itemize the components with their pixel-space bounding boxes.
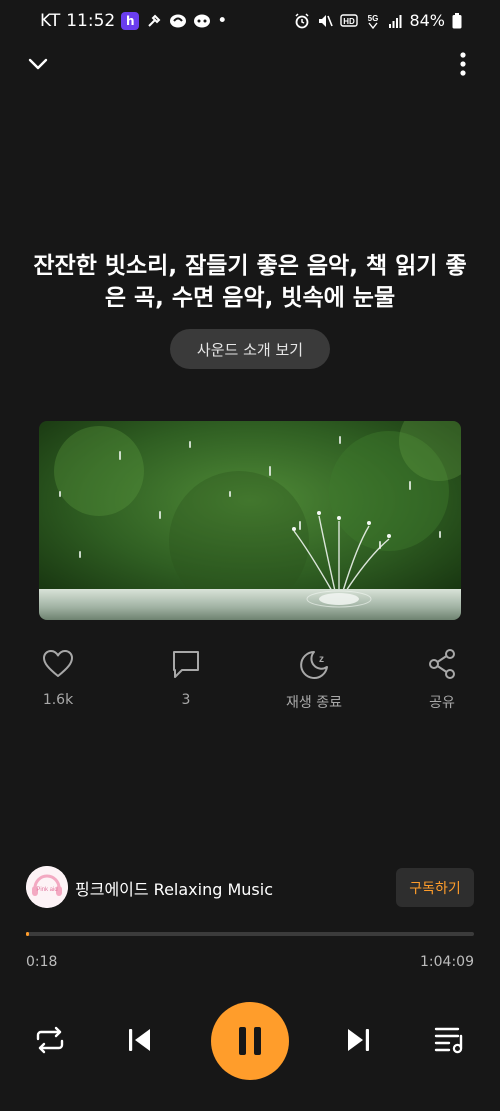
clock: 11:52: [66, 11, 116, 31]
total-time: 1:04:09: [420, 954, 474, 970]
chat-notification-icon: [169, 12, 187, 30]
svg-text:Pink aid: Pink aid: [36, 887, 57, 893]
more-notifications-dot: •: [217, 11, 228, 31]
moon-sleep-icon: z: [300, 651, 328, 679]
skip-next-icon: [348, 1029, 369, 1051]
app-notification-icon: h: [121, 12, 140, 30]
next-button[interactable]: [338, 1020, 378, 1060]
share-label: 공유: [429, 695, 455, 711]
repeat-button[interactable]: [30, 1020, 70, 1060]
collapse-player-button[interactable]: [22, 48, 54, 80]
signal-icon: [388, 14, 402, 28]
sleep-timer-action[interactable]: z 재생 종료: [269, 646, 359, 712]
heart-icon: [43, 650, 73, 677]
battery-icon: [452, 12, 462, 29]
track-title: 잔잔한 빗소리, 잠들기 좋은 음악, 책 읽기 좋은 곡, 수면 음악, 빗속…: [33, 253, 467, 311]
track-artwork: [39, 421, 461, 620]
chevron-down-icon: [28, 58, 48, 70]
carrier-label: KT: [40, 11, 61, 31]
network-5g-icon: 5G: [365, 12, 381, 30]
pause-button[interactable]: [211, 1002, 289, 1080]
progress-bar[interactable]: [26, 932, 474, 936]
sleep-timer-label: 재생 종료: [286, 695, 342, 711]
share-icon: [429, 649, 455, 679]
status-bar: KT 11:52 h • HD 5G 84%: [0, 0, 500, 44]
more-vertical-icon: [460, 52, 466, 76]
comment-action[interactable]: 3: [141, 646, 231, 708]
svg-text:5G: 5G: [368, 14, 379, 23]
wrench-notification-icon: [145, 12, 163, 30]
queue-music-icon: [434, 1027, 463, 1054]
messenger-notification-icon: [193, 12, 211, 30]
svg-text:HD: HD: [344, 17, 356, 26]
status-left: KT 11:52 h •: [40, 11, 227, 31]
sound-intro-button[interactable]: 사운드 소개 보기: [170, 329, 330, 369]
repeat-icon: [36, 1026, 64, 1054]
skip-previous-icon: [129, 1029, 150, 1051]
like-action[interactable]: 1.6k: [13, 646, 103, 708]
previous-button[interactable]: [120, 1020, 160, 1060]
playlist-queue-button[interactable]: [430, 1020, 470, 1060]
current-time: 0:18: [26, 954, 58, 970]
status-right: HD 5G 84%: [294, 11, 462, 30]
subscribe-button[interactable]: 구독하기: [396, 868, 474, 907]
more-options-button[interactable]: [447, 48, 479, 80]
rain-splash-image: [39, 421, 461, 620]
svg-text:z: z: [319, 654, 324, 665]
pink-aid-logo-icon: Pink aid: [26, 866, 68, 908]
progress-fill: [26, 932, 29, 936]
like-count: 1.6k: [42, 692, 74, 708]
hd-voice-icon: HD: [340, 13, 359, 29]
comment-count: 3: [181, 692, 191, 708]
battery-percent: 84%: [409, 11, 445, 30]
mute-icon: [317, 13, 334, 29]
pause-icon: [239, 1027, 261, 1055]
share-action[interactable]: 공유: [397, 646, 487, 712]
channel-avatar[interactable]: Pink aid: [26, 866, 68, 908]
comment-icon: [173, 651, 199, 678]
channel-name[interactable]: 핑크에이드 Relaxing Music: [75, 876, 273, 900]
alarm-icon: [294, 12, 310, 29]
